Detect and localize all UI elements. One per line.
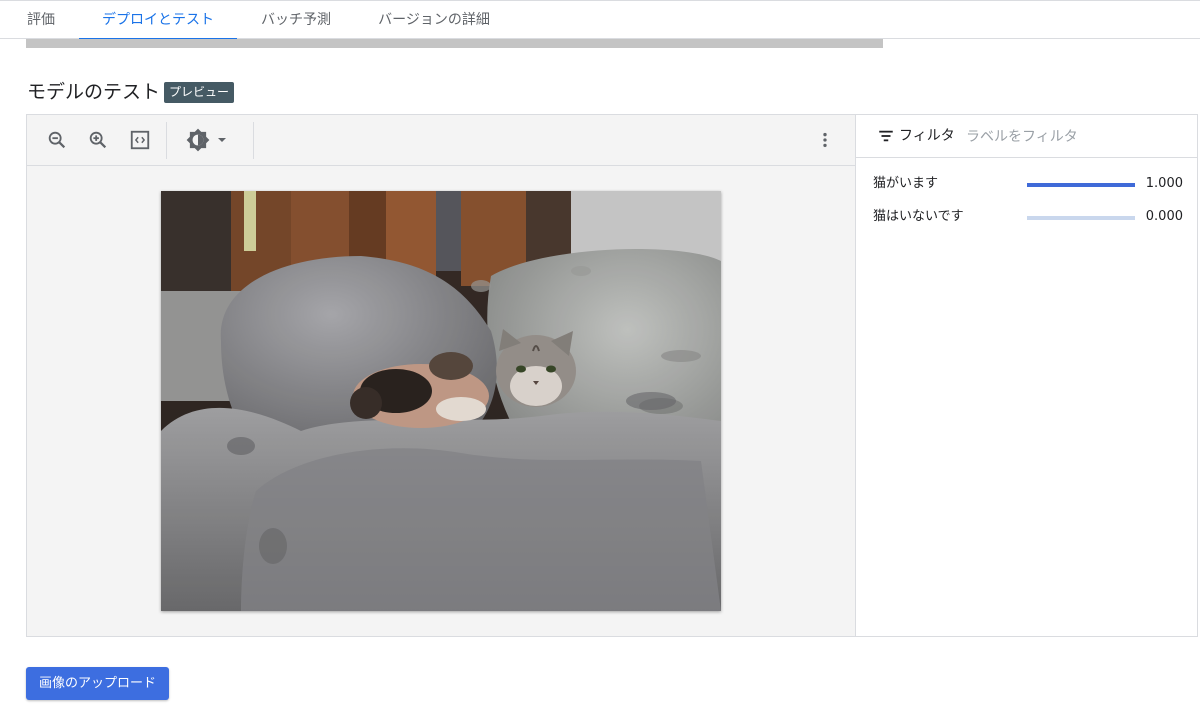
tab-label: 評価: [27, 12, 55, 28]
score-bar-fill: [1027, 183, 1135, 187]
score-bar: [1027, 183, 1135, 187]
test-image: [161, 191, 721, 611]
score-bar: [1027, 216, 1135, 220]
viewer-toolbar: [27, 115, 855, 166]
tab-deploy-and-test[interactable]: デプロイとテスト: [79, 1, 237, 40]
dropdown-arrow-icon: [218, 138, 226, 142]
image-viewer: [27, 115, 856, 636]
prediction-row: 猫はいないです 0.000: [856, 205, 1197, 229]
tab-version-details[interactable]: バージョンの詳細: [378, 1, 490, 39]
page-title: モデルのテスト: [27, 81, 161, 103]
preview-badge: プレビュー: [164, 82, 235, 103]
tab-label: バッチ予測: [261, 12, 331, 28]
toolbar-divider: [253, 122, 254, 159]
page: 評価 デプロイとテスト バッチ予測 バージョンの詳細 モデルのテスト プレビュー: [0, 0, 1200, 725]
prediction-row: 猫がいます 1.000: [856, 172, 1197, 196]
zoom-in-icon[interactable]: [86, 128, 110, 152]
tab-batch-prediction[interactable]: バッチ予測: [260, 1, 332, 39]
model-test-panel: フィルタ 猫がいます 1.000 猫はいないです 0.000: [26, 114, 1198, 637]
prediction-score: 1.000: [1145, 176, 1183, 191]
prediction-score: 0.000: [1145, 209, 1183, 224]
brightness-icon: [186, 128, 210, 152]
label-filter-input[interactable]: [964, 124, 1168, 150]
tab-bar: 評価 デプロイとテスト バッチ予測 バージョンの詳細: [0, 0, 1200, 40]
prediction-label: 猫はいないです: [873, 209, 964, 224]
toolbar-divider: [166, 122, 167, 159]
tab-label: バージョンの詳細: [378, 12, 490, 28]
filter-label: フィルタ: [899, 128, 955, 144]
prediction-results: フィルタ 猫がいます 1.000 猫はいないです 0.000: [856, 115, 1197, 636]
fit-to-screen-icon[interactable]: [128, 128, 152, 152]
upload-image-button[interactable]: 画像のアップロード: [26, 667, 170, 700]
zoom-out-icon[interactable]: [45, 128, 69, 152]
more-vert-icon[interactable]: [813, 128, 837, 152]
filter-icon: [879, 130, 893, 142]
filter-bar: フィルタ: [856, 115, 1197, 158]
tab-evaluation[interactable]: 評価: [26, 1, 56, 39]
tab-label: デプロイとテスト: [102, 12, 214, 28]
brightness-menu-button[interactable]: [185, 128, 233, 152]
horizontal-scrollbar[interactable]: [26, 39, 883, 48]
prediction-label: 猫がいます: [873, 176, 939, 191]
